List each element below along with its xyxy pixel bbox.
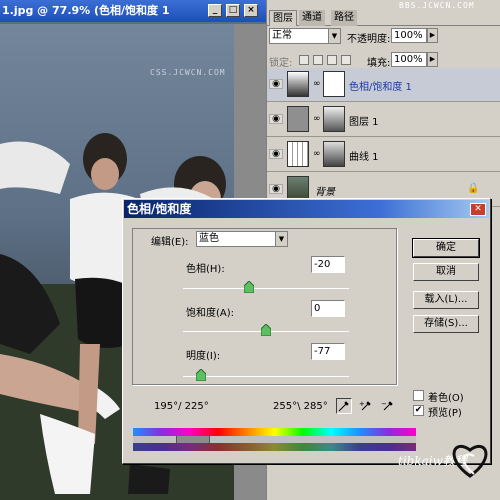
saturation-slider-thumb[interactable] (261, 324, 271, 336)
chevron-down-icon: ▼ (275, 232, 287, 246)
saturation-input[interactable]: 0 (311, 300, 345, 317)
edit-label: 编辑(E): (151, 237, 189, 248)
range-right-readout: 255°\ 285° (273, 401, 328, 412)
hue-saturation-dialog: 色相/饱和度 ✕ 编辑(E): 蓝色 ▼ 色相(H): -20 饱和度(A): … (122, 198, 491, 464)
canvas-watermark: CSS.JCWCN.COM (150, 68, 226, 77)
opacity-field[interactable]: 100% (391, 28, 427, 43)
fill-label: 填充: (367, 58, 391, 69)
blend-mode-value: 正常 (272, 30, 292, 41)
edit-value: 蓝色 (199, 233, 219, 244)
lock-label: 锁定: (269, 58, 293, 69)
layer-row-hue-saturation[interactable]: ◉ ∞ 色相/饱和度 1 (267, 68, 500, 102)
opacity-label: 不透明度: (347, 34, 391, 45)
hue-input[interactable]: -20 (311, 256, 345, 273)
svg-text:−: − (381, 400, 387, 408)
panel-watermark: BBS.JCWCN.COM (399, 1, 475, 10)
link-icon: ∞ (313, 79, 321, 89)
layer-thumbnail (287, 106, 309, 132)
chevron-down-icon: ▼ (328, 29, 340, 43)
shoe (128, 464, 170, 494)
link-icon: ∞ (313, 149, 321, 159)
layer-name: 背景 (315, 187, 335, 198)
face-center (91, 158, 119, 190)
eye-icon[interactable]: ◉ (269, 149, 283, 159)
tab-channels[interactable]: 通道 (299, 10, 325, 26)
hue-range-selection[interactable] (176, 436, 210, 443)
eyedropper-icon[interactable] (336, 398, 352, 414)
lock-position-icon[interactable] (327, 55, 337, 65)
document-title: 1.jpg @ 77.9% (色相/饱和度 1 (2, 4, 170, 17)
hue-spectrum-top (133, 428, 416, 436)
layer-row-curves1[interactable]: ◉ ∞ 曲线 1 (267, 138, 500, 172)
dialog-title: 色相/饱和度 (127, 202, 192, 216)
link-icon: ∞ (313, 114, 321, 124)
lightness-input[interactable]: -77 (311, 343, 345, 360)
tab-paths[interactable]: 路径 (331, 10, 357, 26)
hue-slider-track[interactable] (183, 288, 349, 289)
preview-checkbox[interactable]: ✔ (413, 405, 424, 416)
mask-thumbnail[interactable] (323, 141, 345, 167)
eye-icon[interactable]: ◉ (269, 79, 283, 89)
layer-name: 色相/饱和度 1 (349, 82, 412, 93)
panel-tabs: 图层 通道 路径 (267, 10, 500, 26)
minimize-button[interactable]: _ (208, 4, 222, 17)
blend-mode-select[interactable]: 正常 ▼ (269, 28, 341, 44)
range-left-readout: 195°/ 225° (154, 401, 209, 412)
hue-slider-thumb[interactable] (244, 281, 254, 293)
eye-icon[interactable]: ◉ (269, 184, 283, 194)
edit-select[interactable]: 蓝色 ▼ (196, 231, 288, 247)
lock-icon: 🔒 (467, 183, 480, 194)
dialog-titlebar[interactable]: 色相/饱和度 ✕ (124, 200, 489, 218)
fill-field[interactable]: 100% (391, 52, 427, 67)
eye-icon[interactable]: ◉ (269, 114, 283, 124)
mask-thumbnail[interactable] (323, 71, 345, 97)
shirt-left (0, 141, 70, 194)
hue-range-slider[interactable] (133, 436, 416, 443)
lightness-slider-track[interactable] (183, 376, 349, 377)
adjust-group (132, 228, 397, 385)
load-button[interactable]: 载入(L)... (413, 291, 479, 309)
lock-pixels-icon[interactable] (313, 55, 323, 65)
colorize-label: 着色(O) (428, 393, 464, 404)
mask-thumbnail[interactable] (323, 106, 345, 132)
close-button[interactable]: × (244, 4, 258, 17)
heart-logo-icon (452, 444, 488, 478)
hue-spectrum-bottom (133, 443, 416, 451)
hue-label: 色相(H): (186, 264, 225, 275)
saturation-label: 饱和度(A): (186, 308, 235, 319)
document-titlebar[interactable]: 1.jpg @ 77.9% (色相/饱和度 1 _ □ × (0, 0, 266, 22)
layer-name: 图层 1 (349, 117, 379, 128)
save-button[interactable]: 存储(S)... (413, 315, 479, 333)
fill-arrow-icon[interactable]: ▶ (427, 52, 438, 67)
layer-row-layer1[interactable]: ◉ ∞ 图层 1 (267, 103, 500, 137)
eyedropper-plus-icon[interactable]: + (358, 398, 374, 414)
opacity-arrow-icon[interactable]: ▶ (427, 28, 438, 43)
colorize-checkbox[interactable] (413, 390, 424, 401)
lock-transparency-icon[interactable] (299, 55, 309, 65)
ok-button[interactable]: 确定 (412, 238, 480, 258)
preview-label: 预览(P) (428, 408, 462, 419)
close-icon[interactable]: ✕ (470, 203, 486, 216)
svg-text:+: + (359, 400, 365, 408)
cancel-button[interactable]: 取消 (413, 263, 479, 281)
maximize-button[interactable]: □ (226, 4, 240, 17)
lightness-slider-thumb[interactable] (196, 369, 206, 381)
lightness-label: 明度(I): (186, 351, 221, 362)
layer-name: 曲线 1 (349, 152, 379, 163)
tab-layers[interactable]: 图层 (269, 10, 297, 26)
eyedropper-minus-icon[interactable]: − (380, 398, 396, 414)
adjustment-thumbnail (287, 71, 309, 97)
curves-thumbnail (287, 141, 309, 167)
lock-all-icon[interactable] (341, 55, 351, 65)
